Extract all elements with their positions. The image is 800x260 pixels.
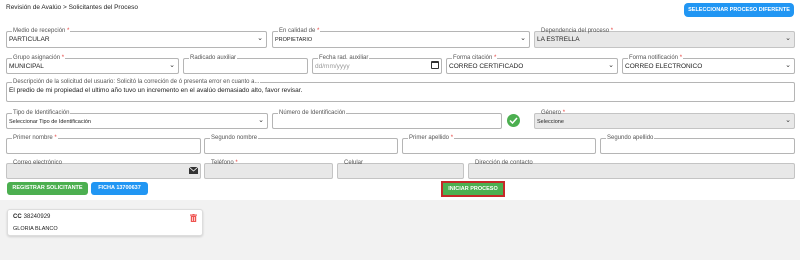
select-different-process-button[interactable]: SELECCIONAR PROCESO DIFERENTE (684, 3, 794, 17)
medio-recepcion-value: PARTICULAR (9, 36, 50, 43)
descripcion-value: El predio de mi propiedad el ultimo año … (9, 87, 303, 94)
calendar-icon[interactable] (431, 61, 439, 69)
correo-label: Correo electrónico (13, 160, 63, 166)
radicado-auxiliar-input[interactable]: Radicado auxiliar (183, 54, 308, 74)
applicant-doc-number: 38240929 (23, 214, 51, 220)
tipo-identificacion-value: Seleccionar Tipo de Identificación (9, 119, 91, 125)
chevron-down-icon: ⌄ (608, 62, 614, 69)
dependencia-value: LA ESTRELLA (537, 36, 580, 43)
descripcion-label: Descripción de la solicitud del usuario:… (12, 78, 261, 86)
chevron-down-icon: ⌄ (520, 35, 526, 42)
applicant-doc-type: CC (13, 214, 22, 220)
celular-input[interactable]: Celular (337, 160, 464, 179)
applicant-card: CC 38240929 GLORIA BLANCO (7, 209, 203, 236)
dependencia-label: Dependencia del proceso (541, 28, 610, 34)
direccion-contacto-input[interactable]: Dirección de contacto (468, 160, 795, 179)
applicant-name: GLORIA BLANCO (13, 226, 58, 232)
grupo-label: Grupo asignación (13, 55, 61, 61)
segundo-apellido-input[interactable]: Segundo apellido (600, 134, 795, 154)
radicado-label: Radicado auxiliar (189, 54, 238, 62)
fecha-placeholder: dd/mm/yyyy (315, 63, 350, 70)
grupo-value: MUNICIPAL (9, 63, 44, 70)
forma-notificacion-value: CORREO ELECTRONICO (625, 63, 703, 70)
chevron-down-icon: ⌄ (785, 117, 791, 124)
chevron-down-icon: ⌄ (785, 35, 791, 42)
tipo-identificacion-label: Tipo de Identificación (12, 109, 71, 117)
medio-recepcion-label: Medio de recepción (13, 28, 66, 34)
ficha-button[interactable]: FICHA 13700637 (91, 182, 148, 195)
iniciar-proceso-button[interactable]: INICIAR PROCESO (441, 181, 505, 197)
tipo-identificacion-select[interactable]: Tipo de Identificación Seleccionar Tipo … (6, 109, 268, 129)
page-title: Revisión de Avalúo > Solicitantes del Pr… (6, 4, 138, 11)
registrar-solicitante-button[interactable]: REGISTRAR SOLICITANTE (7, 182, 88, 195)
applicant-document: CC 38240929 (13, 214, 50, 220)
direccion-label: Dirección de contacto (475, 160, 533, 166)
envelope-icon (189, 167, 198, 174)
chevron-down-icon: ⌄ (785, 62, 791, 69)
trash-icon[interactable] (190, 214, 197, 222)
dependencia-select[interactable]: Dependencia del proceso * LA ESTRELLA ⌄ (534, 28, 795, 48)
forma-citacion-value: CORREO CERTIFICADO (449, 63, 524, 70)
forma-notificacion-select[interactable]: Forma notificación * CORREO ELECTRONICO … (622, 54, 795, 74)
segundo-nombre-label: Segundo nombre (210, 134, 259, 142)
medio-recepcion-select[interactable]: Medio de recepción * PARTICULAR ⌄ (6, 27, 267, 48)
chevron-down-icon: ⌄ (258, 117, 264, 124)
forma-citacion-select[interactable]: Forma citación * CORREO CERTIFICADO ⌄ (446, 54, 618, 74)
forma-notificacion-label: Forma notificación (629, 55, 679, 61)
numero-identificacion-input[interactable]: Número de Identificación (272, 109, 502, 129)
segundo-nombre-input[interactable]: Segundo nombre (204, 134, 398, 154)
telefono-label: Teléfono (211, 160, 234, 166)
telefono-input[interactable]: Teléfono * (204, 160, 333, 179)
genero-label: Género (541, 110, 562, 116)
segundo-apellido-label: Segundo apellido (606, 134, 655, 142)
check-circle-icon (507, 114, 520, 127)
descripcion-textarea[interactable]: Descripción de la solicitud del usuario:… (6, 78, 795, 102)
calidad-label: En calidad de (279, 28, 316, 34)
calidad-select[interactable]: En calidad de * PROPIETARIO ⌄ (272, 27, 530, 48)
celular-label: Celular (344, 160, 364, 166)
numero-identificacion-label: Número de Identificación (278, 109, 347, 117)
primer-apellido-label: Primer apellido (409, 135, 450, 141)
forma-citacion-label: Forma citación (453, 55, 493, 61)
main-panel: Revisión de Avalúo > Solicitantes del Pr… (0, 0, 800, 200)
calidad-value: PROPIETARIO (275, 37, 313, 43)
primer-apellido-input[interactable]: Primer apellido * (402, 134, 596, 154)
chevron-down-icon: ⌄ (169, 62, 175, 69)
genero-select[interactable]: Género * Seleccione ⌄ (534, 110, 795, 129)
primer-nombre-input[interactable]: Primer nombre * (6, 134, 201, 154)
chevron-down-icon: ⌄ (257, 35, 263, 42)
genero-value: Seleccione (537, 119, 564, 125)
fecha-rad-auxiliar-input[interactable]: Fecha rad. auxiliar dd/mm/yyyy (312, 54, 442, 74)
grupo-asignacion-select[interactable]: Grupo asignación * MUNICIPAL ⌄ (6, 54, 179, 74)
primer-nombre-label: Primer nombre (13, 135, 53, 141)
correo-electronico-input[interactable]: Correo electrónico (6, 160, 201, 179)
fecha-label: Fecha rad. auxiliar (318, 54, 370, 62)
